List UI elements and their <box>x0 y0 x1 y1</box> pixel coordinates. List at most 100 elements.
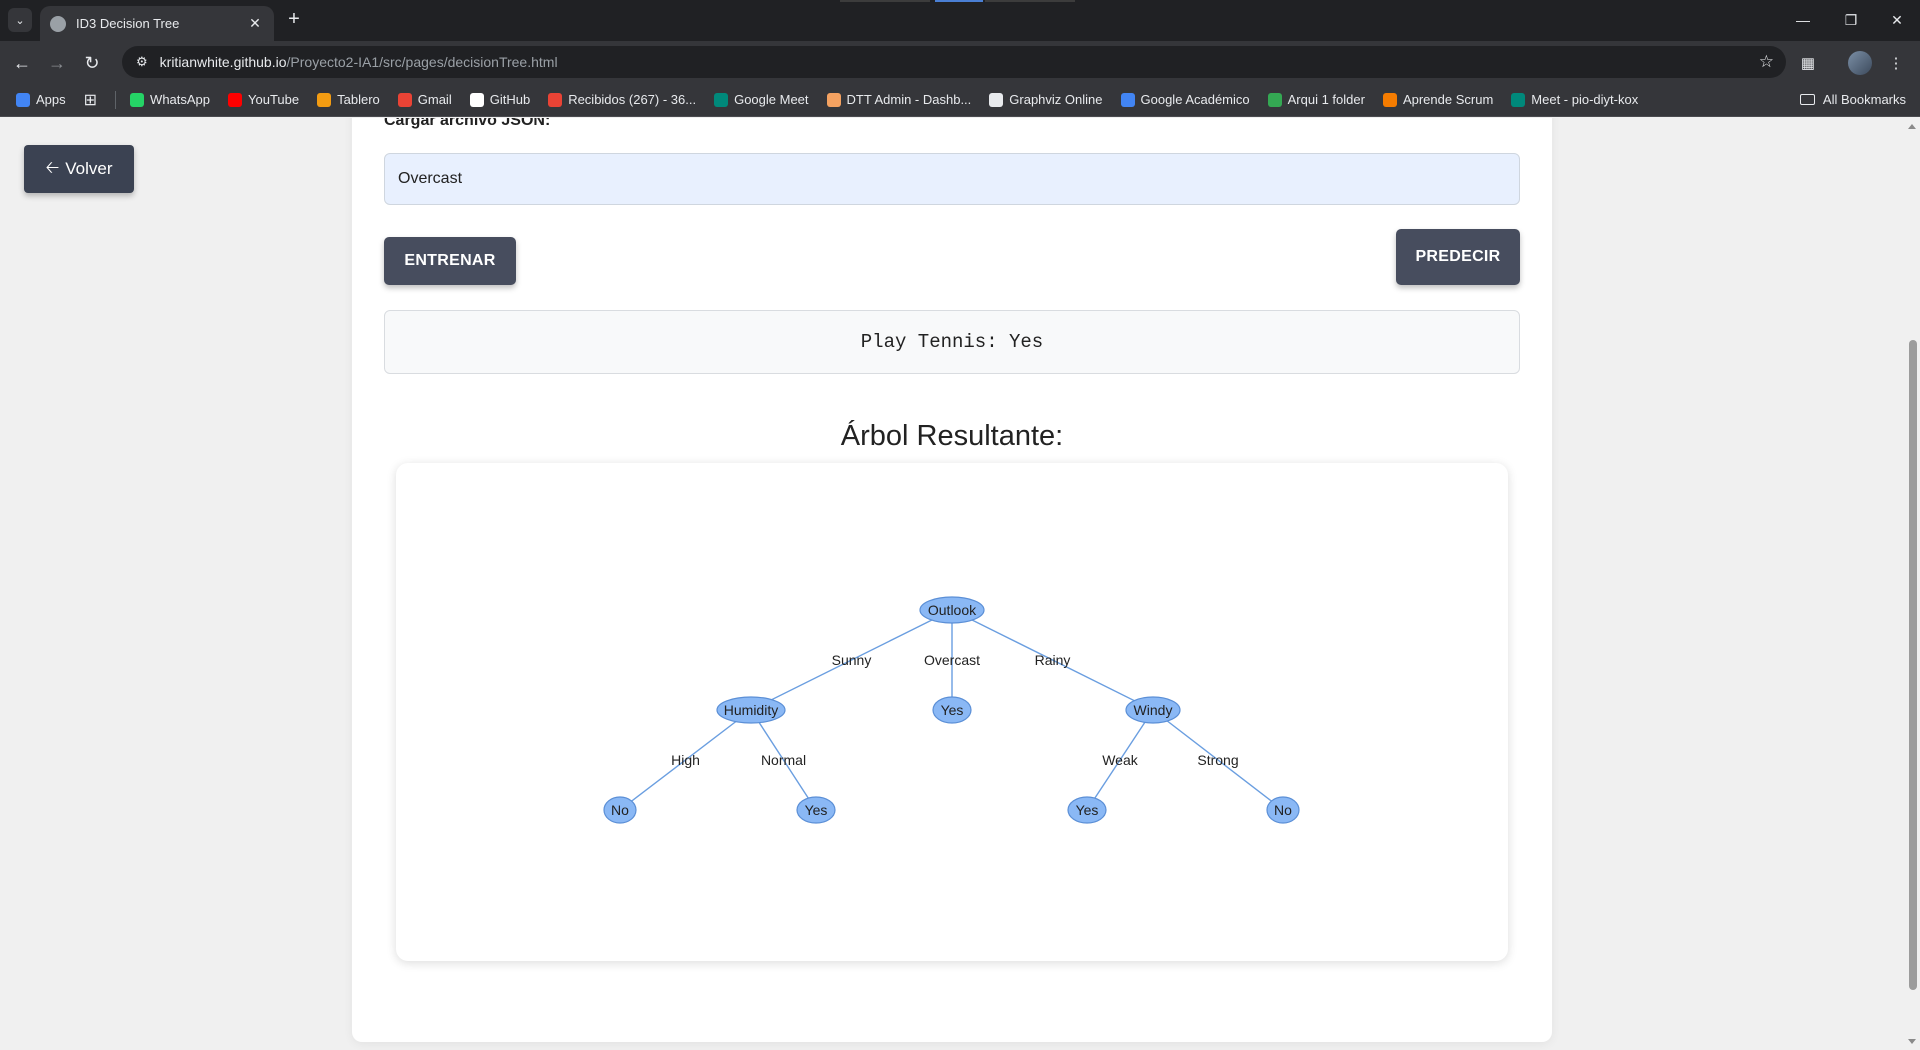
reload-icon[interactable]: ↻ <box>78 49 106 77</box>
decision-tree-graph: Sunny Overcast Rainy High Normal Weak Strong Ou… <box>603 596 1300 824</box>
all-bookmarks-label: All Bookmarks <box>1822 92 1906 107</box>
tree-node-label: Humidity <box>724 702 778 718</box>
scrum-icon <box>1382 92 1397 107</box>
apps-grid-icon <box>16 92 30 107</box>
tree-node-label: Yes <box>1076 802 1099 818</box>
all-bookmarks-button[interactable]: All Bookmarks <box>1799 92 1906 107</box>
tab-title: ID3 Decision Tree <box>76 16 180 31</box>
page-viewport: 🡠 Volver Cargar archivo JSON: Overcast E… <box>0 118 1920 1050</box>
active-tab[interactable]: ID3 Decision Tree ✕ <box>40 6 274 41</box>
predict-button[interactable]: PREDECIR <box>1396 229 1520 285</box>
bookmark-label: Google Académico <box>1140 92 1250 107</box>
google-scholar-icon <box>1120 92 1135 107</box>
edge-label: Rainy <box>1035 652 1071 668</box>
bookmark-item[interactable]: Gmail <box>397 92 452 107</box>
bookmark-item[interactable]: Apps <box>16 92 66 107</box>
bookmark-label: Meet - pio-diyt-kox <box>1531 92 1639 107</box>
bookmark-label: GitHub <box>489 92 531 107</box>
bookmark-item[interactable]: WhatsApp <box>130 92 210 107</box>
extensions-icon[interactable]: ▦ <box>1794 49 1822 77</box>
back-arrow-icon[interactable]: ← <box>8 49 36 77</box>
edge-label: Normal <box>761 752 806 768</box>
bookmark-label: Arqui 1 folder <box>1287 92 1365 107</box>
forward-arrow-icon[interactable]: → <box>43 49 71 77</box>
tab-search-chevron-icon[interactable]: ⌄ <box>8 8 32 32</box>
google-meet-icon <box>1511 92 1526 107</box>
close-window-icon[interactable]: ✕ <box>1874 6 1920 34</box>
bookmark-label: Recibidos (267) - 36... <box>568 92 697 107</box>
bookmark-item[interactable]: Aprende Scrum <box>1382 92 1493 107</box>
bookmark-label: Apps <box>36 92 66 107</box>
train-button[interactable]: ENTRENAR <box>384 237 516 285</box>
tab-strip-indicator <box>985 0 1075 2</box>
edge-label: High <box>671 752 700 768</box>
load-json-label: Cargar archivo JSON: <box>384 118 551 129</box>
gmail-icon <box>548 92 563 107</box>
edge-label: Overcast <box>924 652 980 668</box>
bookmark-label: Gmail <box>417 92 452 107</box>
graphviz-icon <box>989 92 1004 107</box>
new-tab-plus-icon[interactable]: + <box>282 8 306 32</box>
bookmark-item[interactable]: Recibidos (267) - 36... <box>548 92 696 107</box>
bookmark-item[interactable]: GitHub <box>469 92 531 107</box>
folder-icon <box>1799 94 1815 105</box>
site-settings-icon[interactable]: ⚙ <box>136 54 148 70</box>
gmail-icon <box>397 92 412 107</box>
tree-panel: Sunny Overcast Rainy High Normal Weak Strong Ou… <box>396 463 1508 961</box>
minimize-icon[interactable]: — <box>1780 6 1826 34</box>
bookmark-label: Tablero <box>337 92 380 107</box>
tree-node-label: No <box>1274 802 1292 818</box>
restore-icon[interactable]: ❐ <box>1828 6 1874 34</box>
bookmark-item[interactable]: DTT Admin - Dashb... <box>826 92 972 107</box>
url-path: /Proyecto2-IA1/src/pages/decisionTree.ht… <box>286 54 558 70</box>
edge-label: Sunny <box>832 652 872 668</box>
tree-node-label: Windy <box>1134 702 1173 718</box>
bookmark-item[interactable]: Graphviz Online <box>989 92 1103 107</box>
bookmark-item[interactable]: Arqui 1 folder <box>1267 92 1365 107</box>
youtube-icon <box>228 92 243 107</box>
edge-label: Strong <box>1197 752 1238 768</box>
google-drive-icon <box>1267 92 1282 107</box>
google-meet-icon <box>714 92 729 107</box>
scroll-up-arrow-icon[interactable] <box>1908 124 1916 129</box>
bookmark-item[interactable]: Meet - pio-diyt-kox <box>1511 92 1638 107</box>
bookmark-label: Graphviz Online <box>1009 92 1103 107</box>
close-tab-icon[interactable]: ✕ <box>246 15 264 32</box>
page-scrollbar[interactable] <box>1905 118 1920 1050</box>
bookmark-label: WhatsApp <box>150 92 211 107</box>
menu-kebab-icon[interactable]: ⋮ <box>1882 49 1910 77</box>
whatsapp-icon <box>130 92 145 107</box>
globe-icon <box>50 15 66 32</box>
bookmark-separator <box>115 90 117 109</box>
tree-node-label: Outlook <box>928 602 977 618</box>
bookmark-item[interactable]: Google Meet <box>714 92 809 107</box>
volver-label: Volver <box>65 159 113 178</box>
prediction-result: Play Tennis: Yes <box>384 310 1520 374</box>
address-bar[interactable]: ⚙ kritianwhite.github.io/Proyecto2-IA1/s… <box>122 46 1786 78</box>
tree-node-label: Yes <box>941 702 964 718</box>
dtt-admin-icon <box>826 92 841 107</box>
bookmark-item[interactable]: YouTube <box>228 92 299 107</box>
tree-node-label: Yes <box>805 802 828 818</box>
tab-bar: ⌄ ID3 Decision Tree ✕ + — ❐ ✕ <box>0 0 1920 41</box>
browser-toolbar: ← → ↻ ⚙ kritianwhite.github.io/Proyecto2… <box>0 41 1920 83</box>
scroll-down-arrow-icon[interactable] <box>1908 1039 1916 1044</box>
tablero-icon <box>317 92 332 107</box>
url-text: kritianwhite.github.io/Proyecto2-IA1/src… <box>160 54 558 70</box>
bookmark-item[interactable]: Tablero <box>317 92 380 107</box>
tab-strip-indicator-active <box>935 0 983 2</box>
bookmark-label: YouTube <box>248 92 300 107</box>
tab-strip-indicator <box>840 0 930 2</box>
tab-groups-icon[interactable]: ⊞ <box>84 90 97 110</box>
arrow-left-icon: 🡠 <box>45 157 60 177</box>
scroll-thumb[interactable] <box>1909 340 1917 990</box>
volver-button[interactable]: 🡠 Volver <box>24 145 134 193</box>
bookmark-label: DTT Admin - Dashb... <box>846 92 972 107</box>
bookmark-label: Google Meet <box>734 92 809 107</box>
bookmark-item[interactable]: Google Académico <box>1120 92 1250 107</box>
profile-avatar[interactable] <box>1848 51 1872 75</box>
json-input[interactable]: Overcast <box>384 153 1520 205</box>
tree-heading: Árbol Resultante: <box>840 420 1064 452</box>
bookmark-star-icon[interactable]: ☆ <box>1759 52 1774 72</box>
bookmarks-bar: Apps ⊞ WhatsApp YouTube Tablero Gmail GitHub Re… <box>0 83 1920 117</box>
